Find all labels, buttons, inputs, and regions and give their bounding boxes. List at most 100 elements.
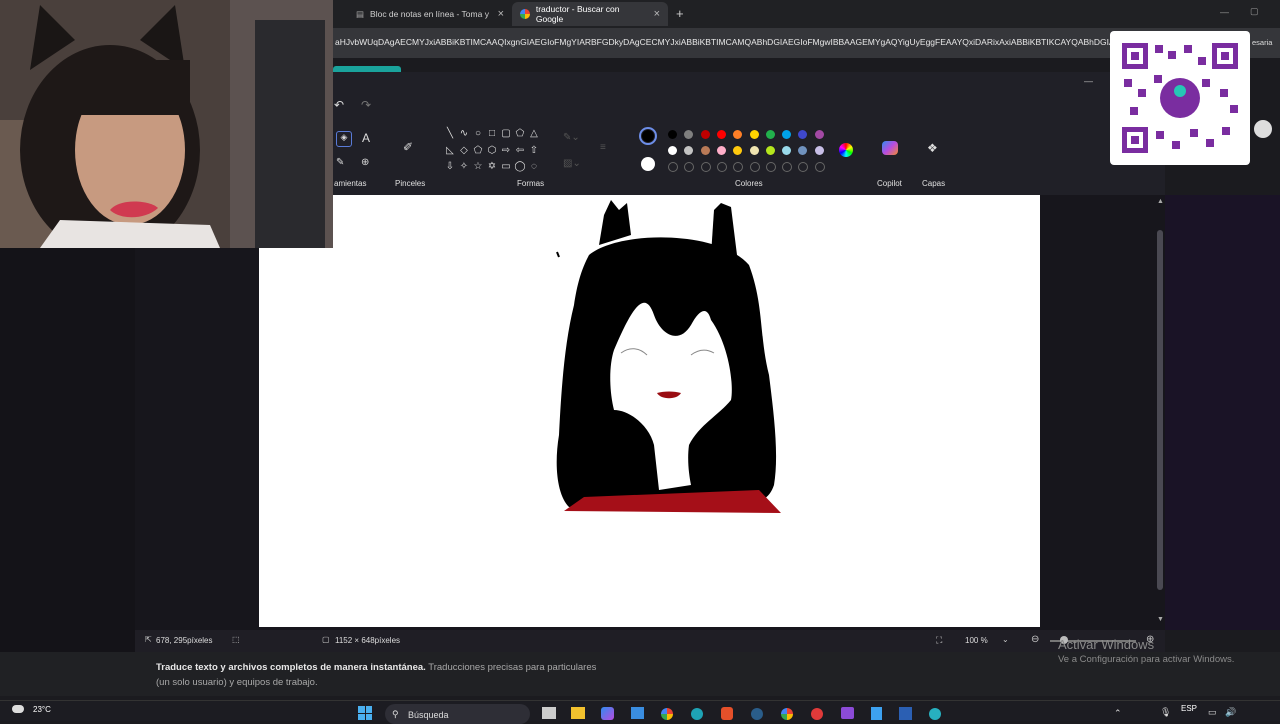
chrome-icon[interactable] <box>661 708 673 720</box>
profile-avatar[interactable] <box>1254 120 1272 138</box>
close-icon[interactable]: × <box>654 8 660 20</box>
right-triangle-shape-icon[interactable]: ◺ <box>443 145 457 162</box>
file-explorer-icon[interactable] <box>571 707 585 719</box>
task-view-icon[interactable] <box>542 707 556 719</box>
right-arrow-shape-icon[interactable]: ⇨ <box>499 145 513 162</box>
rectangle-shape-icon[interactable]: □ <box>485 128 499 145</box>
scroll-up-icon[interactable]: ▲ <box>1157 198 1164 205</box>
edit-colors-icon[interactable] <box>839 143 853 157</box>
scroll-down-icon[interactable]: ▼ <box>1157 616 1164 623</box>
custom-color-slot[interactable] <box>765 162 776 172</box>
tab-notepad[interactable]: ▤ Bloc de notas en línea - Toma y × <box>348 2 512 26</box>
chevron-down-icon[interactable]: ⌄ <box>1002 635 1009 644</box>
zoom-out-icon[interactable]: ⊖ <box>1031 634 1039 645</box>
taskbar-search-box[interactable] <box>385 704 530 724</box>
oval-callout-shape-icon[interactable]: ◯ <box>513 161 527 178</box>
custom-color-slot[interactable] <box>700 162 711 172</box>
copilot-icon[interactable] <box>882 141 898 155</box>
color-swatch[interactable] <box>749 146 759 155</box>
primary-color-selector[interactable] <box>639 127 657 145</box>
custom-color-slot[interactable] <box>814 162 825 172</box>
volume-icon[interactable]: 🔊 <box>1225 707 1236 718</box>
edge-dev-icon[interactable] <box>929 708 941 720</box>
color-swatch[interactable] <box>716 130 726 139</box>
color-swatch[interactable] <box>700 130 710 139</box>
up-arrow-shape-icon[interactable]: ⇧ <box>527 145 541 162</box>
color-swatch[interactable] <box>765 130 775 139</box>
vertical-scrollbar[interactable] <box>1157 230 1163 590</box>
zoom-level[interactable]: 100 % <box>965 636 988 645</box>
down-arrow-shape-icon[interactable]: ⇩ <box>443 161 457 178</box>
zoom-icon[interactable]: ⊕ <box>361 157 369 168</box>
chrome-profile-icon[interactable] <box>781 708 793 720</box>
six-point-star-shape-icon[interactable]: ✡ <box>485 161 499 178</box>
pencil-icon[interactable]: ✎ <box>336 157 344 168</box>
tab-label: Bloc de notas en línea - Toma y <box>370 9 489 19</box>
word-icon[interactable] <box>899 707 912 720</box>
close-icon[interactable]: × <box>498 8 504 20</box>
edge-icon[interactable] <box>691 708 703 720</box>
redo-icon[interactable]: ↷ <box>361 98 371 112</box>
star-shape-icon[interactable]: ☆ <box>471 161 485 178</box>
network-icon[interactable]: ▭ <box>1208 707 1217 718</box>
brush-icon[interactable]: ✐ <box>403 140 413 154</box>
color-swatch[interactable] <box>765 146 775 155</box>
notepad-icon[interactable] <box>871 707 882 720</box>
left-arrow-shape-icon[interactable]: ⇦ <box>513 145 527 162</box>
new-tab-button[interactable]: + <box>676 6 684 21</box>
url-text[interactable]: aHJvbWUqDAgAECMYJxiABBiKBTIMCAAQIxgnGIAE… <box>335 37 1115 47</box>
taskbar-search-label[interactable]: Búsqueda <box>408 710 449 720</box>
rounded-rectangle-shape-icon[interactable]: ▢ <box>499 128 513 145</box>
layers-icon[interactable]: ❖ <box>927 141 938 155</box>
drawing-canvas[interactable] <box>259 195 1040 627</box>
diamond-shape-icon[interactable]: ◇ <box>457 145 471 162</box>
color-swatch[interactable] <box>814 146 824 155</box>
maximize-icon[interactable]: ▢ <box>1250 6 1259 17</box>
windows-start-icon[interactable] <box>358 706 372 720</box>
triangle-shape-icon[interactable]: △ <box>527 128 541 145</box>
language-indicator[interactable]: ESP <box>1181 704 1197 713</box>
cloud-callout-shape-icon[interactable]: ◌ <box>527 161 541 178</box>
color-swatch[interactable] <box>814 130 824 139</box>
custom-color-slot[interactable] <box>716 162 727 172</box>
oval-shape-icon[interactable]: ○ <box>471 128 485 145</box>
fill-icon[interactable]: ◈ <box>336 131 352 147</box>
app-icon-purple[interactable] <box>841 707 854 719</box>
weather-icon[interactable] <box>12 705 24 713</box>
callout-shape-icon[interactable]: ▭ <box>499 161 513 178</box>
app-icon-red[interactable] <box>811 708 823 720</box>
copilot-app-icon[interactable] <box>601 707 614 720</box>
steam-icon[interactable] <box>751 708 763 720</box>
hexagon-shape-icon[interactable]: ⬡ <box>485 145 499 162</box>
color-swatch[interactable] <box>749 130 759 139</box>
fit-to-window-icon[interactable]: ⛶ <box>936 635 942 646</box>
curve-shape-icon[interactable]: ∿ <box>457 128 471 145</box>
outline-icon[interactable]: ✎⌄ <box>563 132 580 143</box>
minimize-icon[interactable]: — <box>1220 7 1229 17</box>
fill-style-icon[interactable]: ▨⌄ <box>563 158 581 169</box>
color-swatch[interactable] <box>668 146 677 155</box>
undo-icon[interactable]: ↶ <box>334 98 344 112</box>
minimize-icon[interactable]: — <box>1084 76 1093 86</box>
custom-color-slot[interactable] <box>749 162 760 172</box>
layers-group-label[interactable]: Capas <box>922 179 945 188</box>
brave-icon[interactable] <box>721 707 733 720</box>
copilot-group-label[interactable]: Copilot <box>877 179 902 188</box>
microphone-icon[interactable]: 🎙 <box>1160 707 1171 718</box>
tab-translator[interactable]: traductor - Buscar con Google × <box>512 2 668 26</box>
line-shape-icon[interactable]: ╲ <box>443 128 457 145</box>
brushes-group-label[interactable]: Pinceles <box>395 179 425 188</box>
custom-color-slot[interactable] <box>668 162 678 172</box>
weather-temp[interactable]: 23°C <box>33 705 51 714</box>
pentagon-shape-icon[interactable]: ⬠ <box>471 145 485 162</box>
color-swatch[interactable] <box>668 130 677 139</box>
color-swatch[interactable] <box>716 146 726 155</box>
size-icon[interactable]: ≡ <box>600 142 606 153</box>
color-swatch[interactable] <box>700 146 710 155</box>
tray-chevron-icon[interactable]: ⌃ <box>1114 708 1122 719</box>
four-point-star-shape-icon[interactable]: ✧ <box>457 161 471 178</box>
store-icon[interactable] <box>631 707 644 719</box>
polygon-shape-icon[interactable]: ⬠ <box>513 128 527 145</box>
text-tool-icon[interactable]: A <box>362 131 370 145</box>
secondary-color-swatch[interactable] <box>641 157 655 171</box>
